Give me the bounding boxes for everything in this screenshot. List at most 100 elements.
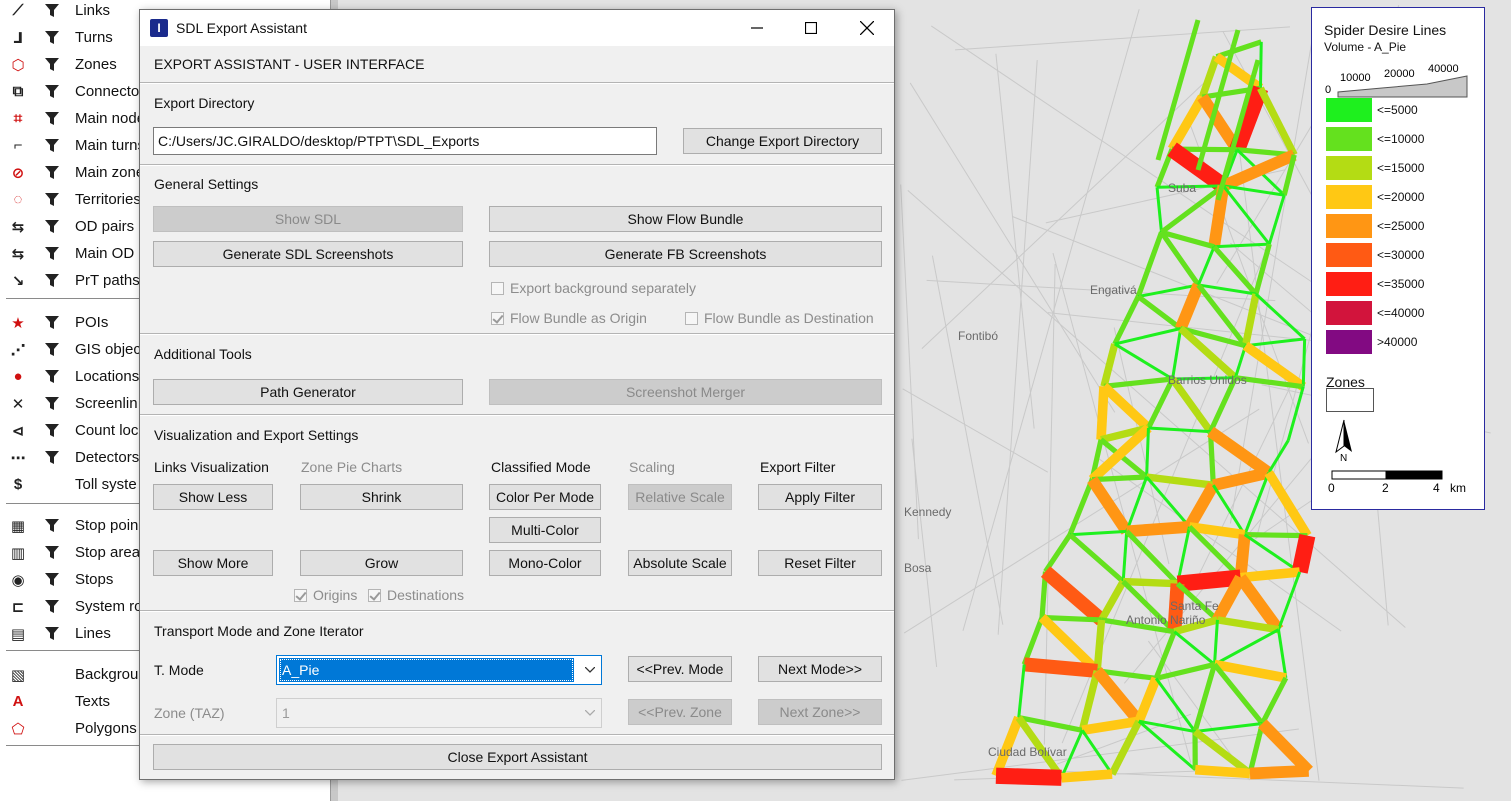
legend-swatch — [1326, 301, 1372, 325]
checkbox-box-checked — [368, 588, 381, 602]
network-object-label: Main zone — [75, 164, 145, 181]
shrink-button[interactable]: Shrink — [300, 484, 463, 510]
screenshot-merger-button[interactable]: Screenshot Merger — [489, 379, 882, 405]
network-object-label: OD pairs — [75, 218, 135, 235]
desire-line — [1114, 342, 1174, 381]
next-mode-button[interactable]: Next Mode>> — [758, 656, 882, 682]
filter-icon[interactable] — [41, 664, 63, 686]
network-object-label: Connecto — [75, 83, 140, 100]
zone-taz-select[interactable]: 1 — [276, 698, 602, 728]
filter-icon[interactable] — [41, 27, 63, 49]
desire-line — [1243, 533, 1301, 574]
show-more-button[interactable]: Show More — [153, 550, 273, 576]
desire-line — [1222, 184, 1271, 246]
prev-zone-button[interactable]: <<Prev. Zone — [628, 699, 732, 725]
filter-icon[interactable] — [41, 691, 63, 713]
legend-class-label: <=35000 — [1377, 277, 1425, 291]
show-sdl-button[interactable]: Show SDL — [153, 206, 463, 232]
desire-line — [1257, 86, 1298, 157]
close-export-assistant-button[interactable]: Close Export Assistant — [153, 744, 882, 770]
t-mode-select[interactable]: A_Pie — [276, 655, 602, 685]
close-window-button[interactable] — [840, 10, 894, 46]
desire-line — [1121, 531, 1129, 582]
color-per-mode-button[interactable]: Color Per Mode — [489, 484, 601, 510]
export-background-checkbox[interactable]: Export background separately — [491, 280, 696, 296]
desire-line — [1291, 533, 1316, 574]
filter-icon[interactable] — [41, 420, 63, 442]
filter-icon[interactable] — [41, 623, 63, 645]
desire-line — [1145, 427, 1150, 478]
legend-width-scale: 0 10000 20000 40000 — [1325, 63, 1468, 98]
filter-icon[interactable] — [41, 162, 63, 184]
reset-filter-button[interactable]: Reset Filter — [758, 550, 882, 576]
close-icon — [860, 21, 874, 35]
maximize-button[interactable] — [784, 10, 838, 46]
filter-icon[interactable] — [41, 366, 63, 388]
map-place-label: Barrios Unidos — [1168, 373, 1247, 387]
filter-icon[interactable] — [41, 596, 63, 618]
prev-mode-button[interactable]: <<Prev. Mode — [628, 656, 732, 682]
zone-pie-charts-label: Zone Pie Charts — [301, 459, 403, 475]
filter-icon[interactable] — [41, 243, 63, 265]
grow-button[interactable]: Grow — [300, 550, 463, 576]
dialog-titlebar[interactable]: I SDL Export Assistant — [140, 10, 894, 46]
map-place-label: Bosa — [904, 561, 932, 575]
filter-icon[interactable] — [41, 189, 63, 211]
destinations-checkbox[interactable]: Destinations — [368, 587, 464, 603]
filter-icon[interactable] — [41, 54, 63, 76]
change-export-directory-button[interactable]: Change Export Directory — [683, 128, 882, 154]
minimize-button[interactable] — [730, 10, 784, 46]
detectors-icon: ⋯ — [10, 449, 26, 467]
filter-icon[interactable] — [41, 447, 63, 469]
legend-class: <=30000 — [1326, 243, 1424, 267]
multi-color-button[interactable]: Multi-Color — [489, 517, 601, 543]
mono-color-button[interactable]: Mono-Color — [489, 550, 601, 576]
legend-class: <=20000 — [1326, 185, 1424, 209]
filter-icon[interactable] — [41, 312, 63, 334]
filter-icon[interactable] — [41, 515, 63, 537]
map-place-label: Kennedy — [904, 505, 951, 519]
export-directory-input[interactable]: C:/Users/JC.GIRALDO/desktop/PTPT\SDL_Exp… — [153, 127, 657, 155]
desire-line — [1215, 39, 1263, 60]
texts-icon: A — [12, 693, 24, 710]
legend-scale-3: 40000 — [1428, 63, 1459, 75]
filter-icon[interactable] — [41, 339, 63, 361]
fb-origin-checkbox[interactable]: Flow Bundle as Origin — [491, 310, 647, 326]
km-2: 2 — [1382, 481, 1389, 495]
territories-icon: ◌ — [13, 191, 23, 208]
network-object-label: Backgrou — [75, 666, 139, 683]
fb-destination-checkbox[interactable]: Flow Bundle as Destination — [685, 310, 874, 326]
chevron-down-icon[interactable] — [579, 656, 601, 684]
filter-icon[interactable] — [41, 216, 63, 238]
network-object-label: Screenlin — [75, 395, 138, 412]
filter-icon[interactable] — [41, 270, 63, 292]
filter-icon[interactable] — [41, 569, 63, 591]
filter-icon[interactable] — [41, 393, 63, 415]
origins-checkbox[interactable]: Origins — [294, 587, 357, 603]
filter-icon[interactable] — [41, 135, 63, 157]
chevron-down-icon[interactable] — [579, 699, 601, 727]
legend-swatch — [1326, 156, 1372, 180]
path-generator-button[interactable]: Path Generator — [153, 379, 463, 405]
show-flow-bundle-button[interactable]: Show Flow Bundle — [489, 206, 882, 232]
desire-line — [1260, 676, 1289, 725]
desire-line — [1081, 729, 1114, 775]
generate-fb-screenshots-button[interactable]: Generate FB Screenshots — [489, 241, 882, 267]
absolute-scale-button[interactable]: Absolute Scale — [628, 550, 732, 576]
next-zone-button[interactable]: Next Zone>> — [758, 699, 882, 725]
apply-filter-button[interactable]: Apply Filter — [758, 484, 882, 510]
legend-swatch — [1326, 272, 1372, 296]
destinations-label: Destinations — [387, 587, 465, 603]
filter-icon[interactable] — [41, 542, 63, 564]
filter-icon[interactable] — [41, 81, 63, 103]
filter-icon[interactable] — [41, 0, 63, 22]
relative-scale-button[interactable]: Relative Scale — [628, 484, 732, 510]
show-less-button[interactable]: Show Less — [153, 484, 273, 510]
filter-icon[interactable] — [41, 108, 63, 130]
filter-icon[interactable] — [41, 718, 63, 740]
desire-line — [1040, 566, 1107, 626]
filter-icon[interactable] — [41, 474, 63, 496]
dialog-header: EXPORT ASSISTANT - USER INTERFACE — [154, 56, 425, 72]
generate-sdl-screenshots-button[interactable]: Generate SDL Screenshots — [153, 241, 463, 267]
desire-line — [1212, 466, 1270, 491]
